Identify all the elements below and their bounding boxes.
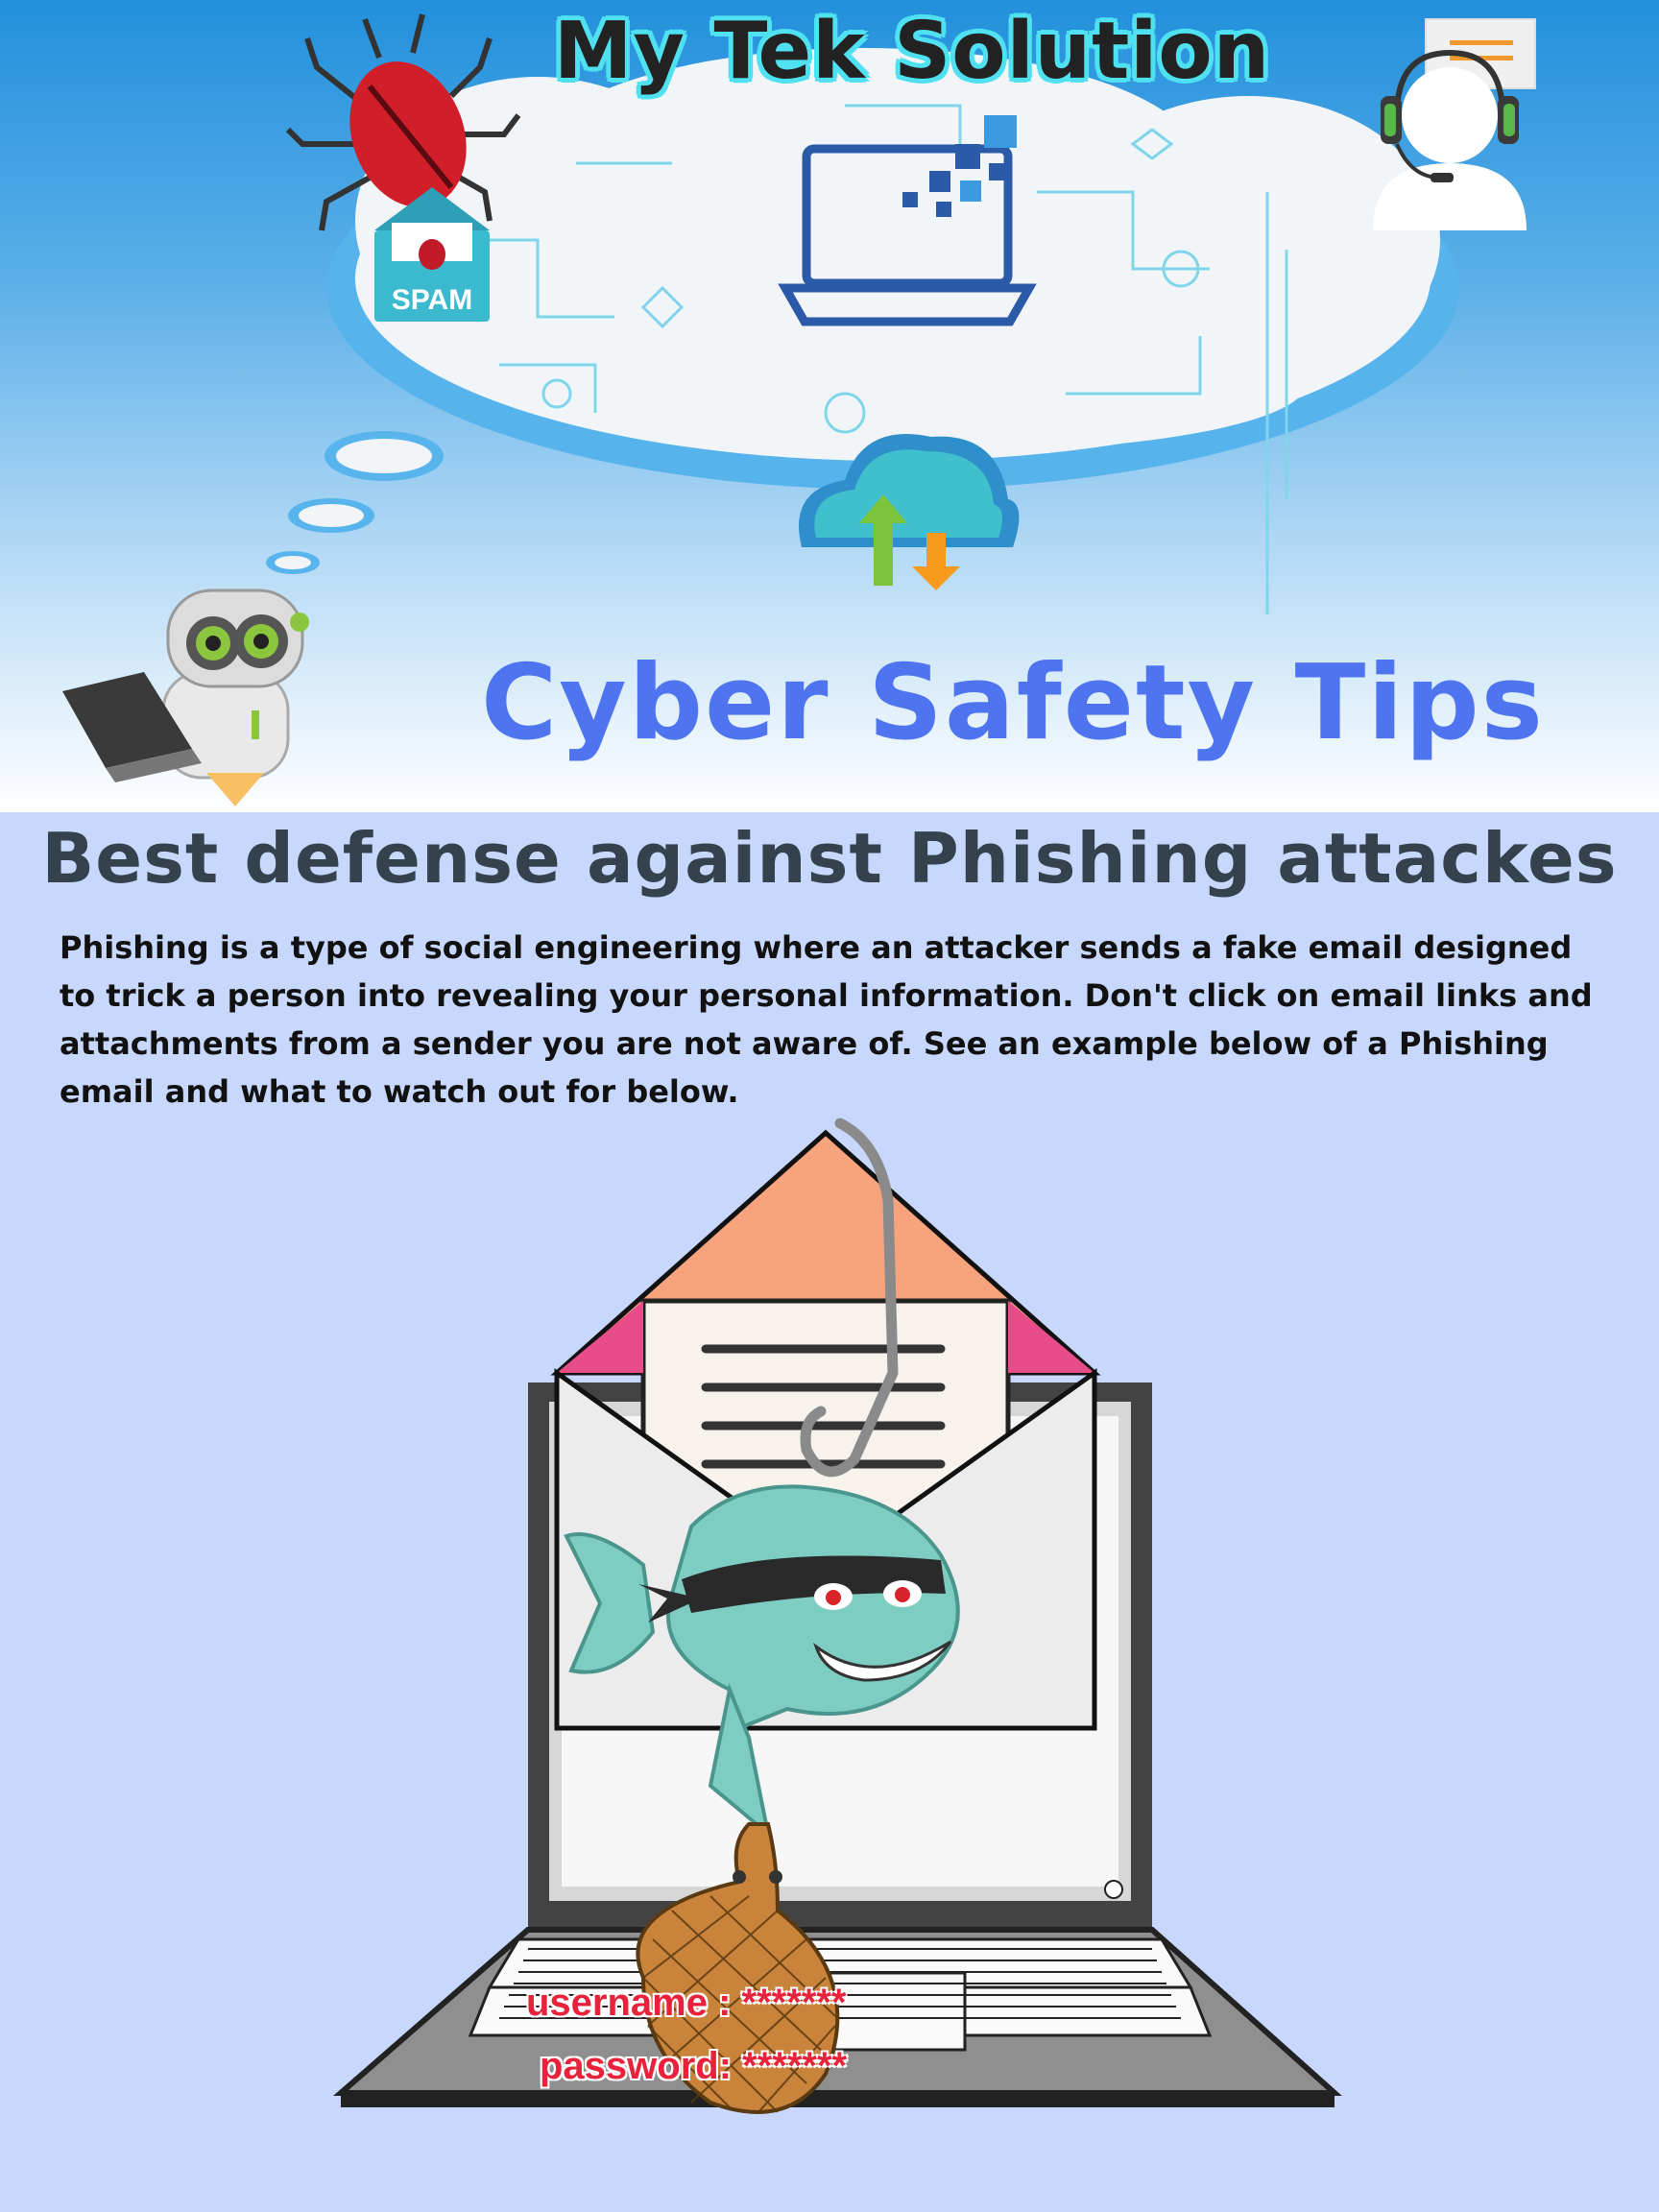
spam-label: SPAM bbox=[391, 284, 473, 316]
robot-icon bbox=[62, 589, 309, 806]
username-credential: username : ******* bbox=[526, 1982, 847, 2024]
password-credential: password: ******* bbox=[540, 2045, 848, 2087]
support-agent-icon bbox=[1373, 18, 1536, 230]
hero-title: Cyber Safety Tips bbox=[481, 643, 1545, 763]
phishing-illustration bbox=[332, 1118, 1342, 2114]
intro-paragraph: Phishing is a type of social engineering… bbox=[60, 929, 1593, 1110]
section-heading: Best defense against Phishing attackes bbox=[41, 818, 1618, 899]
hero-banner: My Tek Solution SPAM Cyber Safety Tips bbox=[0, 0, 1659, 812]
brand-title: My Tek Solution bbox=[553, 6, 1271, 97]
